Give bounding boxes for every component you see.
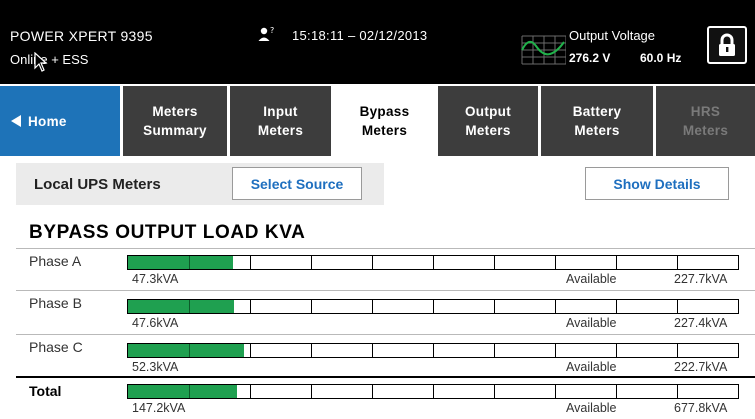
output-frequency-value: 60.0 Hz [640, 51, 682, 65]
header-bar: POWER XPERT 9395 Online + ESS ? 15:18:11… [0, 0, 755, 84]
bar-segment-tick [311, 385, 312, 398]
bar-segment-tick [311, 300, 312, 313]
total-load-value: 147.2kVA [132, 401, 186, 415]
tab-bypass-meters[interactable]: Bypass Meters [334, 86, 435, 156]
output-voltage-label: Output Voltage [569, 28, 656, 43]
bar-segment-tick [494, 344, 495, 357]
device-name: POWER XPERT 9395 [10, 28, 153, 44]
tab-output-meters-label: Output Meters [464, 104, 512, 138]
tab-hrs-meters: HRS Meters [656, 86, 755, 156]
bar-segment-tick [677, 300, 678, 313]
bar-segment-tick [616, 344, 617, 357]
bar-segment-tick [677, 385, 678, 398]
bar-segment-tick [311, 344, 312, 357]
mouse-cursor-icon [34, 52, 48, 72]
total-label: Total [29, 383, 62, 399]
svg-text:?: ? [270, 26, 274, 35]
tab-battery-meters-label: Battery Meters [572, 104, 622, 138]
phase-c-label: Phase C [29, 339, 83, 355]
meters-section-title: BYPASS OUTPUT LOAD KVA [29, 222, 306, 243]
bar-segment-tick [433, 256, 434, 269]
tab-input-meters-label: Input Meters [257, 104, 304, 138]
sine-wave-icon [521, 35, 566, 65]
phase-a-load-value: 47.3kVA [132, 272, 179, 286]
phase-c-load-fill [128, 344, 244, 357]
bar-segment-tick [677, 256, 678, 269]
bar-segment-tick [311, 256, 312, 269]
tab-meters-summary[interactable]: Meters Summary [123, 86, 227, 156]
lock-button[interactable] [707, 26, 747, 64]
tab-bypass-meters-label: Bypass Meters [359, 104, 410, 138]
toolbar-title: Local UPS Meters [34, 176, 161, 193]
bar-segment-tick [250, 300, 251, 313]
bar-segment-tick [616, 300, 617, 313]
bar-segment-tick [494, 256, 495, 269]
total-load-bar [127, 384, 739, 399]
phase-a-load-fill [128, 256, 233, 269]
bar-segment-tick [189, 300, 190, 313]
row-divider [16, 248, 755, 249]
bar-segment-tick [555, 256, 556, 269]
tab-meters-summary-label: Meters Summary [143, 104, 207, 138]
tab-input-meters[interactable]: Input Meters [230, 86, 331, 156]
tab-hrs-meters-label: HRS Meters [682, 104, 729, 138]
show-details-button[interactable]: Show Details [585, 167, 729, 200]
bar-segment-tick [372, 256, 373, 269]
bar-segment-tick [250, 256, 251, 269]
phase-c-available-label: Available [566, 360, 617, 374]
phase-a-label: Phase A [29, 253, 82, 269]
phase-b-load-bar [127, 299, 739, 314]
tab-output-meters[interactable]: Output Meters [438, 86, 538, 156]
total-available-label: Available [566, 401, 617, 415]
output-voltage-value: 276.2 V [569, 51, 611, 65]
total-divider [16, 376, 755, 378]
bar-segment-tick [555, 385, 556, 398]
ups-status: Online + ESS [10, 52, 89, 67]
lock-icon [719, 33, 735, 56]
bar-segment-tick [494, 300, 495, 313]
bar-segment-tick [555, 344, 556, 357]
tab-battery-meters[interactable]: Battery Meters [541, 86, 653, 156]
bar-segment-tick [433, 385, 434, 398]
date-time: 15:18:11 – 02/12/2013 [292, 28, 428, 43]
bar-segment-tick [494, 385, 495, 398]
bar-segment-tick [616, 256, 617, 269]
phase-c-load-value: 52.3kVA [132, 360, 179, 374]
bar-segment-tick [372, 344, 373, 357]
phase-c-available-value: 222.7kVA [674, 360, 728, 374]
phase-c-load-bar [127, 343, 739, 358]
row-divider [16, 334, 755, 335]
bar-segment-tick [189, 385, 190, 398]
tab-home[interactable]: Home [0, 86, 120, 156]
meters-tab-bar: Home Meters Summary Input Meters Bypass … [0, 84, 755, 156]
bar-segment-tick [372, 300, 373, 313]
select-source-button[interactable]: Select Source [232, 167, 362, 200]
bar-segment-tick [555, 300, 556, 313]
bar-segment-tick [616, 385, 617, 398]
phase-a-available-label: Available [566, 272, 617, 286]
bar-segment-tick [433, 300, 434, 313]
tab-home-label: Home [28, 113, 67, 129]
phase-b-available-value: 227.4kVA [674, 316, 728, 330]
bar-segment-tick [433, 344, 434, 357]
total-load-fill [128, 385, 237, 398]
bar-segment-tick [189, 256, 190, 269]
phase-b-label: Phase B [29, 295, 82, 311]
phase-a-load-bar [127, 255, 739, 270]
total-available-value: 677.8kVA [674, 401, 728, 415]
phase-b-load-fill [128, 300, 234, 313]
bar-segment-tick [250, 344, 251, 357]
bar-segment-tick [250, 385, 251, 398]
bar-segment-tick [677, 344, 678, 357]
phase-b-available-label: Available [566, 316, 617, 330]
bar-segment-tick [372, 385, 373, 398]
user-unknown-icon: ? [258, 26, 274, 41]
row-divider [16, 290, 755, 291]
bar-segment-tick [189, 344, 190, 357]
phase-b-load-value: 47.6kVA [132, 316, 179, 330]
left-arrow-icon [11, 115, 21, 127]
phase-a-available-value: 227.7kVA [674, 272, 728, 286]
